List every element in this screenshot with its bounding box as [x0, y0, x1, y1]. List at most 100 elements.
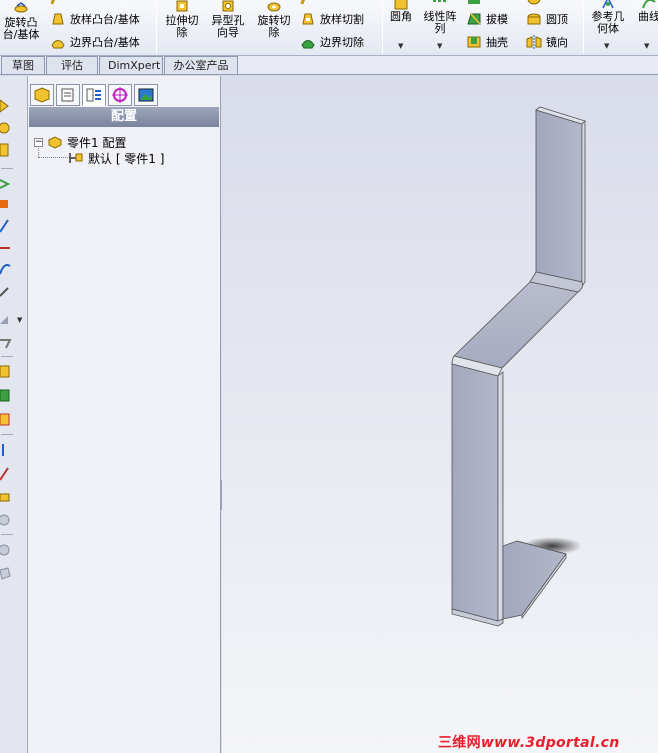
dimxpert-icon	[112, 87, 128, 103]
fillet-icon	[394, 0, 408, 10]
sheet-metal-part-model[interactable]	[222, 76, 658, 753]
revolve-boss-icon	[14, 2, 28, 13]
tree-root-label: 零件1 配置	[67, 135, 127, 150]
bottom-flange-face	[502, 540, 567, 620]
hole-wizard-button[interactable]: 异型孔向导	[206, 0, 250, 39]
toolbar-separator	[1, 356, 13, 357]
rib-icon	[468, 0, 480, 4]
extruded-cut-icon	[176, 0, 188, 12]
mirror-icon	[526, 35, 542, 49]
graphics-area[interactable]	[222, 76, 658, 753]
display-manager-tab[interactable]	[134, 84, 158, 106]
fillet-button[interactable]: 圆角	[385, 0, 417, 23]
linear-pattern-icon	[433, 0, 446, 2]
draft-button[interactable]: 拔模	[466, 11, 508, 27]
watermark-url: www.3dportal.cn	[480, 735, 620, 751]
reference-geometry-button[interactable]: 参考几何体	[586, 0, 630, 35]
tool-icon[interactable]	[0, 284, 14, 300]
tool-icon[interactable]	[0, 388, 14, 404]
curves-dropdown-icon[interactable]: ▼	[644, 42, 649, 50]
curves-button[interactable]: 曲线	[632, 0, 658, 23]
command-manager-tabs: 草图 评估 DimXpert 办公室产品	[0, 56, 658, 75]
sweep-boss-button[interactable]	[50, 0, 70, 6]
tool-icon[interactable]	[0, 488, 14, 504]
property-manager-icon	[61, 88, 74, 102]
draft-icon	[467, 13, 481, 25]
configuration-item-default[interactable]: 默认 [ 零件1 ]	[68, 150, 164, 166]
reference-geometry-dropdown-icon[interactable]: ▼	[604, 42, 609, 50]
toolbar-separator	[1, 534, 13, 535]
boundary-cut-icon	[301, 40, 315, 49]
lofted-cut-button[interactable]: 放样切割	[300, 11, 364, 27]
tool-icon[interactable]	[0, 176, 14, 192]
tree-connector	[38, 146, 39, 157]
shell-button[interactable]: 抽壳	[466, 34, 508, 50]
configuration-manager-tab[interactable]	[82, 84, 106, 106]
site-watermark: 三维网www.3dportal.cn	[438, 732, 619, 752]
top-flange-face	[535, 109, 583, 283]
tool-icon[interactable]	[0, 566, 14, 582]
loft-boss-icon	[52, 13, 64, 25]
lofted-cut-icon	[302, 13, 314, 25]
boundary-boss-button[interactable]: 边界凸台/基体	[50, 34, 140, 50]
tab-dimxpert[interactable]: DimXpert	[99, 56, 163, 74]
dimxpert-manager-tab[interactable]	[108, 84, 132, 106]
swept-cut-button[interactable]	[300, 0, 320, 6]
tool-icon[interactable]	[0, 98, 14, 114]
wrap-button[interactable]	[526, 0, 546, 6]
loft-boss-button[interactable]: 放样凸台/基体	[50, 11, 140, 27]
boundary-boss-icon	[51, 40, 65, 49]
vertical-wall-face	[451, 363, 499, 622]
tree-root[interactable]: − 零件1 配置	[34, 134, 126, 150]
wrap-icon	[527, 0, 541, 5]
toolbar-separator	[1, 168, 13, 169]
tool-icon[interactable]	[0, 312, 14, 328]
mirror-button[interactable]: 镜向	[526, 34, 568, 50]
swept-cut-icon	[300, 0, 306, 5]
dome-icon	[527, 13, 541, 25]
property-manager-tab[interactable]	[56, 84, 80, 106]
tool-icon[interactable]	[0, 196, 14, 212]
panel-tabs	[28, 84, 221, 106]
ribbon-separator	[382, 2, 383, 54]
tool-icon[interactable]	[0, 142, 14, 158]
top-flange-side	[581, 120, 586, 288]
tree-connector	[38, 157, 68, 158]
shell-icon	[467, 36, 481, 48]
revolved-cut-icon	[267, 2, 281, 12]
fillet-dropdown-icon[interactable]: ▼	[398, 42, 403, 50]
tool-icon[interactable]	[0, 334, 14, 350]
dome-button[interactable]: 圆顶	[526, 11, 568, 27]
tab-sketch[interactable]: 草图	[1, 56, 45, 74]
rib-button[interactable]	[466, 0, 486, 6]
hole-wizard-icon	[222, 0, 234, 12]
tab-office-products[interactable]: 办公室产品	[164, 56, 238, 74]
configuration-manager-panel: 配置 − 零件1 配置 默认 [ 零件1 ]	[28, 76, 221, 753]
revolved-cut-button[interactable]: 旋转切除	[252, 0, 296, 39]
tool-icon[interactable]	[0, 218, 14, 234]
tool-icon[interactable]	[0, 364, 14, 380]
sweep-boss-icon	[50, 0, 56, 5]
tool-icon[interactable]	[0, 120, 14, 136]
tool-icon[interactable]	[0, 412, 14, 428]
vertical-toolbar: ▼	[0, 76, 28, 753]
ribbon-separator	[583, 2, 584, 54]
toolbar-separator	[1, 434, 13, 435]
configuration-item-icon	[69, 153, 83, 163]
linear-pattern-button[interactable]: 线性阵列	[420, 0, 460, 35]
tab-evaluate[interactable]: 评估	[46, 56, 98, 74]
ribbon-separator	[156, 2, 157, 54]
tool-icon[interactable]	[0, 262, 14, 278]
revolve-boss-button[interactable]: 旋转凸台/基体	[0, 2, 42, 41]
extruded-cut-button[interactable]: 拉伸切除	[160, 0, 204, 39]
tool-icon[interactable]	[0, 512, 14, 528]
tool-icon[interactable]	[0, 240, 14, 256]
feature-tree-icon	[34, 87, 50, 103]
tool-icon[interactable]	[0, 466, 14, 482]
tool-icon[interactable]	[0, 542, 14, 558]
tool-icon[interactable]	[0, 442, 14, 458]
linear-pattern-dropdown-icon[interactable]: ▼	[437, 42, 442, 50]
feature-manager-tab[interactable]	[30, 84, 54, 106]
boundary-cut-button[interactable]: 边界切除	[300, 34, 364, 50]
tool-dropdown-icon[interactable]: ▼	[17, 316, 22, 324]
